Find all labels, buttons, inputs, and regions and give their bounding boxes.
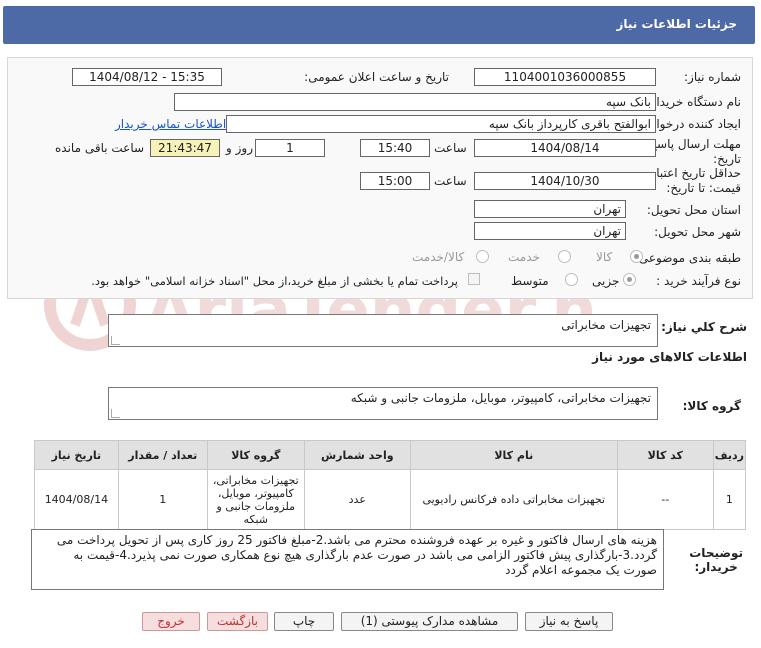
category-both-radio[interactable] <box>476 250 489 263</box>
print-button[interactable]: چاپ <box>274 612 334 631</box>
category-both-label: کالا/خدمت <box>412 250 465 264</box>
resize-handle-icon <box>111 336 120 345</box>
page-title: جزئیات اطلاعات نیاز <box>616 17 737 31</box>
remaining-time-field: 21:43:47 <box>150 139 220 157</box>
back-button[interactable]: بازگشت <box>207 612 268 631</box>
price-validity-date-field: 1404/10/30 <box>474 172 656 190</box>
summary-text: تجهیزات مخابراتی <box>561 318 651 332</box>
category-goods-label: کالا <box>596 250 613 264</box>
contact-buyer-link[interactable]: اطلاعات تماس خریدار <box>115 117 226 131</box>
cell-unit: عدد <box>303 469 411 530</box>
col-unit: واحد شمارش <box>303 440 411 470</box>
goods-group-text: تجهیزات مخابراتی، کامپیوتر، موبایل، ملزو… <box>350 391 651 405</box>
goods-info-title: اطلاعات کالاهای مورد نیاز <box>592 350 747 364</box>
reply-button[interactable]: پاسخ به نیاز <box>525 612 613 631</box>
process-minor-label: جزیی <box>592 274 620 288</box>
remaining-label: ساعت باقی مانده <box>55 141 145 155</box>
deadline-time-field: 15:40 <box>360 139 430 157</box>
col-name: نام کالا <box>409 440 618 470</box>
creator-field: ابوالفتح باقری کارپرداز بانک سپه <box>226 115 656 133</box>
process-label: نوع فرآیند خرید : <box>656 274 741 288</box>
goods-group-textarea[interactable]: تجهیزات مخابراتی، کامپیوتر، موبایل، ملزو… <box>108 387 658 420</box>
summary-textarea[interactable]: تجهیزات مخابراتی <box>108 314 658 347</box>
deadline-time-label: ساعت <box>434 141 467 155</box>
province-label: استان محل تحویل: <box>646 203 741 217</box>
process-medium-radio[interactable] <box>565 273 578 286</box>
price-validity-time-field: 15:00 <box>360 172 430 190</box>
announce-field: 1404/08/12 - 15:35 <box>72 68 222 86</box>
col-date: تاریخ نیاز <box>34 440 119 470</box>
goods-group-label: گروه کالا: <box>682 399 741 413</box>
province-field: تهران <box>474 200 626 218</box>
cell-qty: 1 <box>117 469 208 530</box>
price-validity-time-label: ساعت <box>434 174 467 188</box>
cell-name: تجهیزات مخابراتی داده فرکانس رادیویی <box>409 469 618 530</box>
notes-label-line2: خریدار: <box>694 560 738 574</box>
page-header: جزئیات اطلاعات نیاز <box>3 6 755 44</box>
cell-row: 1 <box>712 469 747 530</box>
category-goods-radio[interactable] <box>630 250 643 263</box>
col-qty: تعداد / مقدار <box>117 440 208 470</box>
col-row: ردیف <box>712 440 747 470</box>
payment-treasury-checkbox[interactable] <box>468 273 480 285</box>
category-service-label: خدمت <box>508 250 540 264</box>
notes-label-line1: توضیحات <box>689 546 743 560</box>
payment-note: پرداخت تمام یا بخشی از مبلغ خرید،از محل … <box>91 274 458 288</box>
resize-handle-icon <box>111 409 120 418</box>
summary-label: شرح کلي نياز: <box>661 320 747 334</box>
buyer-org-field: بانک سپه <box>174 93 656 111</box>
cell-group: تجهیزات مخابراتی، کامپیوتر، موبایل، ملزو… <box>206 469 305 530</box>
category-label: طبقه بندی موضوعی: <box>634 251 741 265</box>
city-label: شهر محل تحویل: <box>654 225 741 239</box>
notes-text: هزینه های ارسال فاکتور و غیره بر عهده فر… <box>56 533 657 577</box>
need-number-field: 1104001036000855 <box>474 68 656 86</box>
days-label: روز و <box>226 141 253 155</box>
notes-label: توضیحات خریدار: <box>689 546 743 574</box>
notes-textarea[interactable]: هزینه های ارسال فاکتور و غیره بر عهده فر… <box>31 529 664 590</box>
process-minor-radio[interactable] <box>623 273 636 286</box>
buyer-org-label: نام دستگاه خریدار: <box>646 95 742 109</box>
city-field: تهران <box>474 222 626 240</box>
col-group: گروه کالا <box>206 440 305 470</box>
category-service-radio[interactable] <box>558 250 571 263</box>
cell-date: 1404/08/14 <box>34 469 119 530</box>
goods-table: ردیف کد کالا نام کالا واحد شمارش گروه کا… <box>34 440 747 530</box>
announce-label: تاریخ و ساعت اعلان عمومی: <box>304 70 449 84</box>
view-attachments-button[interactable]: مشاهده مدارک پیوستی (1) <box>341 612 518 631</box>
need-number-label: شماره نیاز: <box>684 70 741 84</box>
col-code: کد کالا <box>616 440 714 470</box>
cell-code: -- <box>616 469 714 530</box>
deadline-date-field: 1404/08/14 <box>474 139 656 157</box>
days-field: 1 <box>255 139 325 157</box>
process-medium-label: متوسط <box>511 274 549 288</box>
table-row: 1 -- تجهیزات مخابراتی داده فرکانس رادیوی… <box>34 469 747 530</box>
exit-button[interactable]: خروج <box>142 612 200 631</box>
